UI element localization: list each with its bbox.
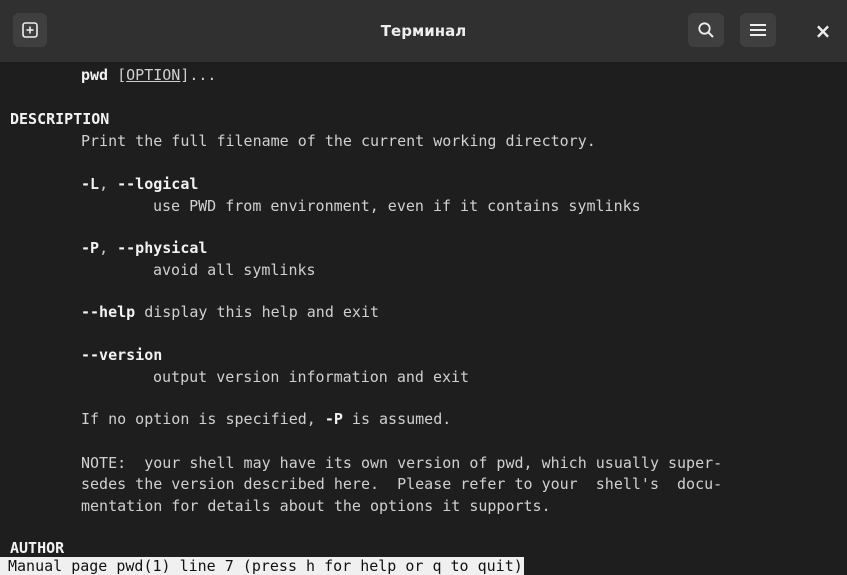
terminal-window: Терминал × pwd [OPTION]... DESCRIPTION P… [0,0,847,575]
note-line: NOTE: your shell may have its own versio… [81,454,723,472]
section-heading-description: DESCRIPTION [10,110,110,128]
option-logical-desc: use PWD from environment, even if it con… [153,197,641,215]
note-line: mentation for details about the options … [81,497,551,515]
hamburger-menu-icon [750,24,766,36]
option-version-desc: output version information and exit [153,368,470,386]
option-help: --help display this help and exit [81,303,380,321]
option-version: --version [81,346,163,364]
synopsis-line: pwd [OPTION]... [81,66,217,84]
close-icon: × [814,19,832,43]
menu-button[interactable] [740,13,776,47]
pager-status-line: Manual page pwd(1) line 7 (press h for h… [0,557,524,575]
close-button[interactable]: × [810,18,836,44]
description-text: Print the full filename of the current w… [81,132,596,150]
option-logical: -L, --logical [81,175,199,193]
note-line: sedes the version described here. Please… [81,475,723,493]
default-option-note: If no option is specified, -P is assumed… [81,410,452,428]
plus-square-icon [22,22,38,38]
option-physical-desc: avoid all symlinks [153,261,316,279]
search-icon [698,22,714,38]
option-placeholder: OPTION [126,66,181,84]
option-physical: -P, --physical [81,239,208,257]
header-bar: Терминал × [0,0,847,63]
terminal-content[interactable]: pwd [OPTION]... DESCRIPTION Print the fu… [0,62,847,575]
section-heading-author: AUTHOR [10,539,65,557]
new-tab-button[interactable] [13,13,47,47]
search-button[interactable] [688,13,724,47]
